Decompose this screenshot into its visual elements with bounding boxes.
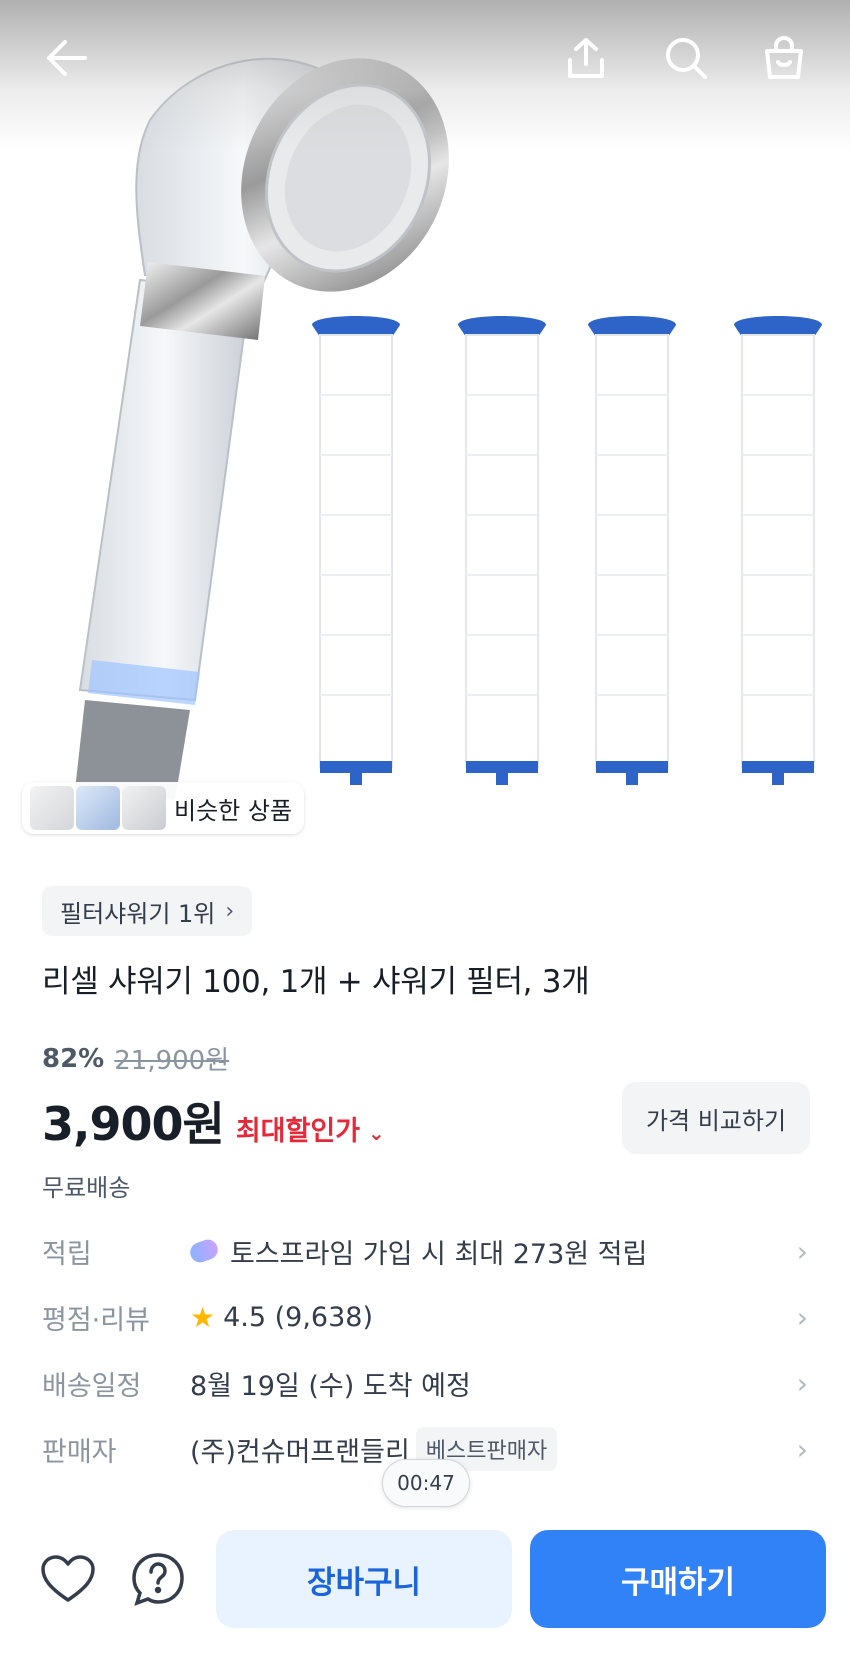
chevron-right-icon: ›	[796, 1300, 808, 1334]
shopping-bag-icon[interactable]	[756, 30, 812, 86]
back-arrow-icon[interactable]	[38, 30, 94, 86]
rank-badge-label: 필터샤워기 1위	[60, 899, 216, 928]
sale-price: 3,900원	[42, 1097, 225, 1151]
rating-value-wrap: ★ 4.5 (9,638)	[190, 1301, 373, 1334]
chevron-right-icon: ›	[796, 1366, 808, 1400]
product-title: 리셀 샤워기 100, 1개 + 샤워기 필터, 3개	[42, 964, 590, 1000]
info-row-points[interactable]: 적립 토스프라임 가입 시 최대 273원 적립 ›	[0, 1226, 850, 1276]
max-discount-label: 최대할인가	[235, 1116, 361, 1147]
points-value-wrap: 토스프라임 가입 시 최대 273원 적립	[187, 1232, 648, 1271]
filter-cartridges	[312, 316, 822, 785]
chevron-right-icon: ›	[225, 898, 235, 924]
similar-thumb-3	[122, 786, 166, 830]
discount-row: 82% 21,900원	[42, 1040, 229, 1077]
similar-thumb-2	[76, 786, 120, 830]
bottom-action-bar: 장바구니 구매하기	[0, 1520, 850, 1667]
similar-products-chip[interactable]: 비슷한 상품	[22, 782, 304, 834]
seller-value-wrap: (주)컨슈머프랜들리 베스트판매자	[190, 1427, 558, 1471]
video-timer-pill: 00:47	[382, 1459, 470, 1507]
delivery-label: 배송일정	[42, 1370, 142, 1402]
search-icon[interactable]	[658, 30, 714, 86]
heart-icon[interactable]	[36, 1547, 100, 1611]
rating-value: 4.5 (9,638)	[223, 1301, 373, 1333]
similar-thumb-1	[30, 786, 74, 830]
similar-products-label: 비슷한 상품	[174, 796, 293, 825]
points-label: 적립	[42, 1238, 92, 1270]
price-row: 3,900원 최대할인가 ⌄	[42, 1088, 385, 1154]
price-compare-button[interactable]: 가격 비교하기	[622, 1082, 810, 1154]
toss-prime-icon	[187, 1236, 221, 1266]
info-row-delivery[interactable]: 배송일정 8월 19일 (수) 도착 예정 ›	[0, 1358, 850, 1408]
product-image-area[interactable]: 비슷한 상품	[0, 0, 850, 840]
max-discount-toggle[interactable]: 최대할인가 ⌄	[236, 1109, 385, 1148]
rank-badge[interactable]: 필터샤워기 1위 ›	[42, 886, 253, 936]
rating-label: 평점·리뷰	[42, 1304, 150, 1336]
chevron-right-icon: ›	[796, 1432, 808, 1466]
share-icon[interactable]	[558, 30, 614, 86]
points-value: 토스프라임 가입 시 최대 273원 적립	[230, 1238, 648, 1270]
shipping-info: 무료배송	[42, 1174, 131, 1202]
chevron-right-icon: ›	[796, 1234, 808, 1268]
discount-rate: 82%	[42, 1043, 105, 1074]
help-icon[interactable]	[126, 1547, 190, 1611]
original-price: 21,900원	[114, 1046, 230, 1076]
add-to-cart-button[interactable]: 장바구니	[216, 1530, 512, 1628]
delivery-value: 8월 19일 (수) 도착 예정	[190, 1370, 471, 1402]
star-icon: ★	[190, 1300, 216, 1334]
info-row-rating[interactable]: 평점·리뷰 ★ 4.5 (9,638) ›	[0, 1292, 850, 1342]
seller-label: 판매자	[42, 1436, 117, 1468]
top-nav-bar	[0, 0, 850, 120]
seller-name: (주)컨슈머프랜들리	[190, 1436, 410, 1468]
chevron-down-icon: ⌄	[368, 1121, 385, 1145]
buy-now-button[interactable]: 구매하기	[530, 1530, 826, 1628]
